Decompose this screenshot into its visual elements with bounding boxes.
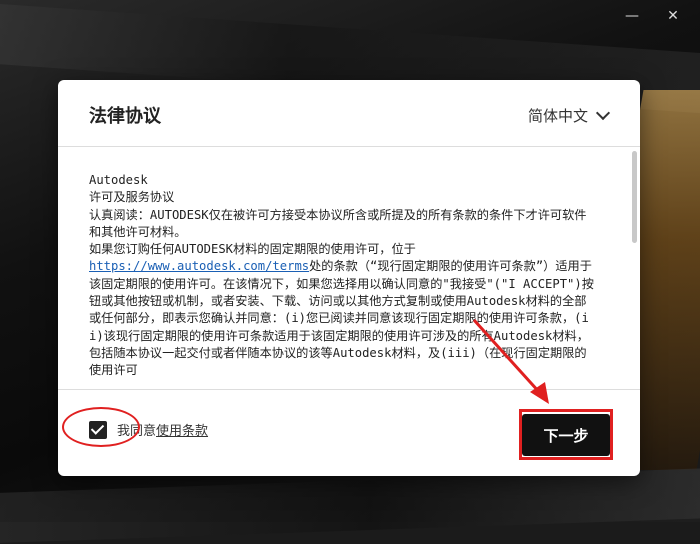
annotation-arrow-icon bbox=[472, 318, 549, 404]
